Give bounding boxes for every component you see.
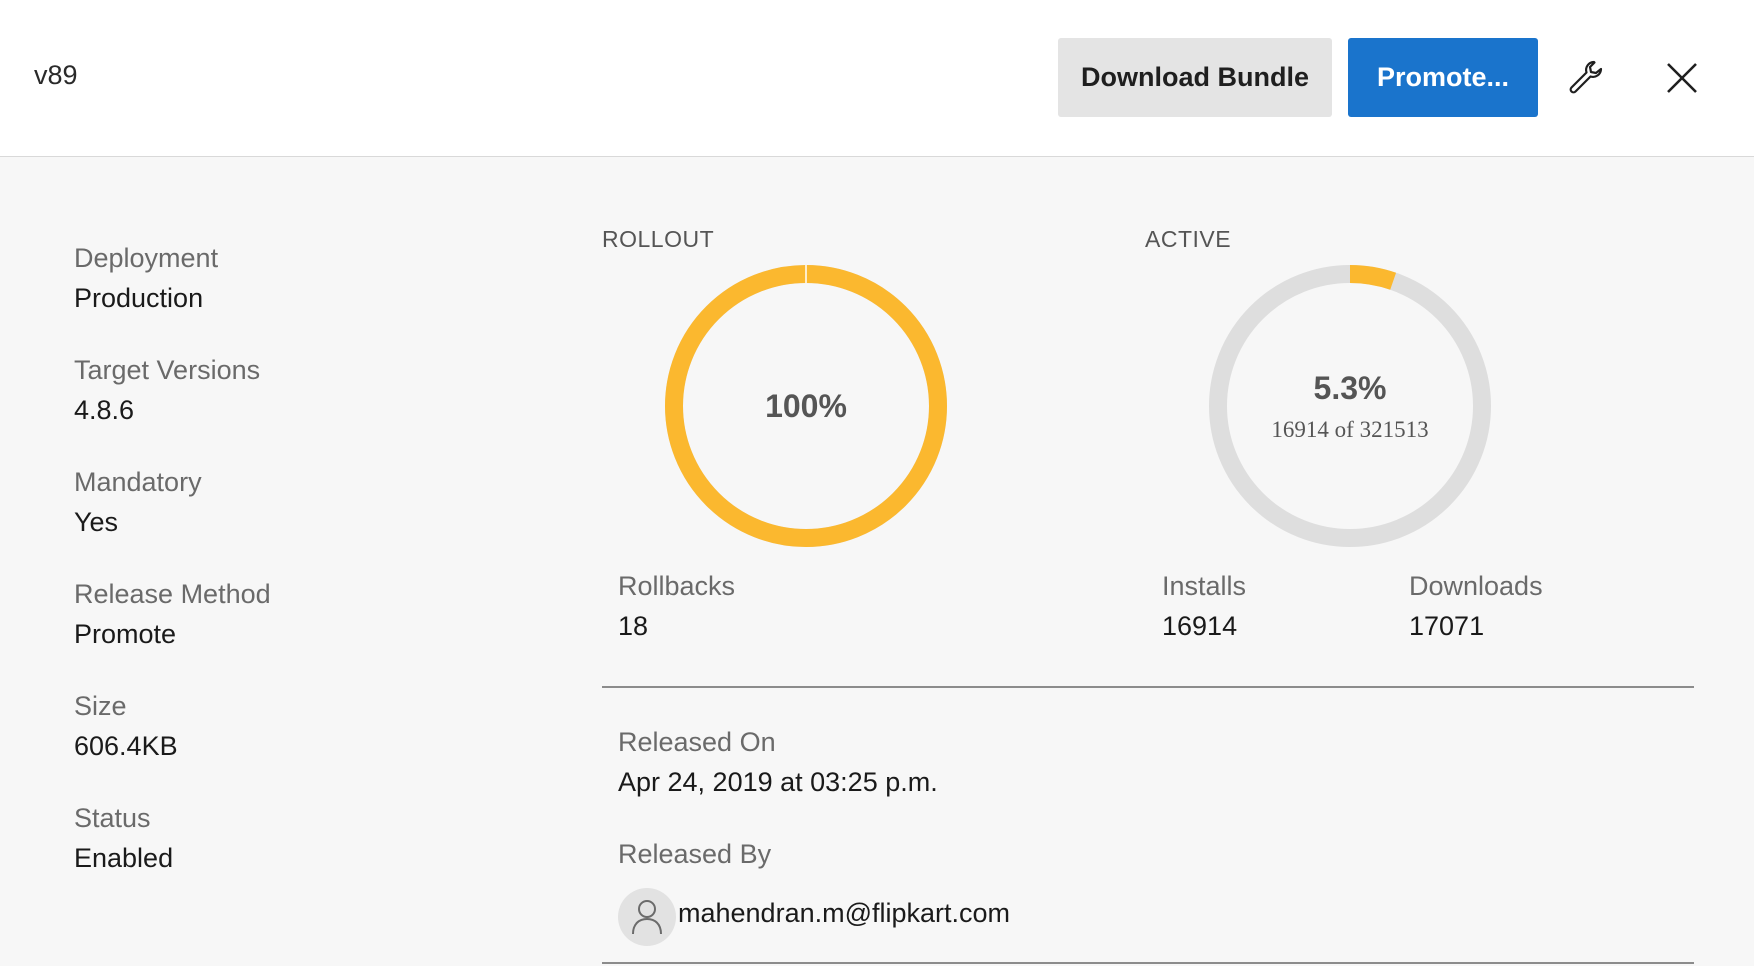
- detail-size: Size 606.4KB: [74, 686, 494, 798]
- detail-status: Status Enabled: [74, 798, 494, 910]
- release-version-title: v89: [34, 60, 78, 90]
- release-details: Deployment Production Target Versions 4.…: [74, 238, 494, 910]
- detail-value: 4.8.6: [74, 395, 135, 425]
- detail-value: Production: [74, 283, 204, 313]
- detail-release-method: Release Method Promote: [74, 574, 494, 686]
- stat-installs: Installs 16914: [1162, 566, 1246, 646]
- detail-mandatory: Mandatory Yes: [74, 462, 494, 574]
- download-bundle-button[interactable]: Download Bundle: [1058, 38, 1332, 117]
- detail-label: Release Method: [74, 579, 271, 609]
- section-divider: [602, 686, 1694, 688]
- close-icon[interactable]: [1660, 56, 1704, 100]
- released-on-label: Released On: [618, 727, 776, 757]
- rollout-title: ROLLOUT: [602, 226, 715, 252]
- active-count: 16914 of 321513: [1271, 416, 1429, 442]
- detail-target-versions: Target Versions 4.8.6: [74, 350, 494, 462]
- release-header: v89 Download Bundle Promote...: [0, 0, 1754, 157]
- section-divider-bottom: [602, 962, 1694, 964]
- stat-label: Installs: [1162, 571, 1247, 601]
- stat-value: 17071: [1409, 611, 1485, 641]
- rollout-percent: 100%: [765, 387, 847, 424]
- active-percent: 5.3%: [1313, 369, 1387, 406]
- detail-value: Enabled: [74, 843, 174, 873]
- promote-button[interactable]: Promote...: [1348, 38, 1538, 117]
- active-title: ACTIVE: [1145, 226, 1232, 252]
- stat-label: Rollbacks: [618, 571, 736, 601]
- stat-label: Downloads: [1409, 571, 1543, 601]
- wrench-icon[interactable]: [1564, 56, 1608, 100]
- detail-value: Promote: [74, 619, 177, 649]
- detail-value: Yes: [74, 507, 119, 537]
- stat-downloads: Downloads 17071: [1409, 566, 1543, 646]
- detail-value: 606.4KB: [74, 731, 178, 761]
- detail-deployment: Deployment Production: [74, 238, 494, 350]
- rollout-gauge: 100%: [664, 264, 948, 548]
- detail-label: Size: [74, 691, 127, 721]
- detail-label: Target Versions: [74, 355, 261, 385]
- avatar: [618, 888, 676, 946]
- stat-value: 18: [618, 611, 649, 641]
- released-on: Released On Apr 24, 2019 at 03:25 p.m.: [618, 722, 938, 802]
- released-on-value: Apr 24, 2019 at 03:25 p.m.: [618, 767, 938, 797]
- released-by-label: Released By: [618, 839, 772, 869]
- stat-rollbacks: Rollbacks 18: [618, 566, 735, 646]
- active-gauge: 5.3% 16914 of 321513: [1208, 264, 1492, 548]
- detail-label: Status: [74, 803, 151, 833]
- detail-label: Mandatory: [74, 467, 202, 497]
- released-by: Released By: [618, 834, 771, 874]
- stat-value: 16914: [1162, 611, 1238, 641]
- user-icon: [632, 900, 662, 935]
- released-by-email: mahendran.m@flipkart.com: [678, 898, 1011, 928]
- detail-label: Deployment: [74, 243, 219, 273]
